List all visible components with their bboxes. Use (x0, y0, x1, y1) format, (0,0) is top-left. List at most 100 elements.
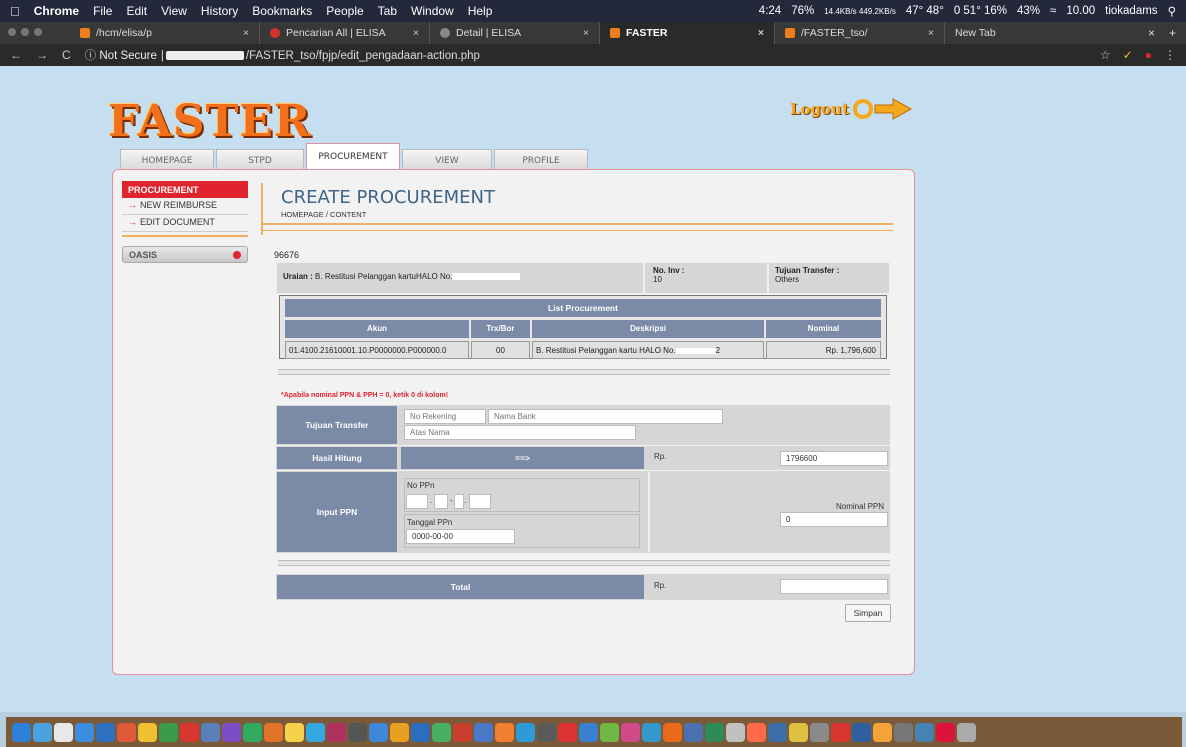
browser-tab[interactable]: Pencarian All | ELISA × (260, 22, 430, 44)
dock-app-icon[interactable] (453, 722, 472, 742)
dock-app-icon[interactable] (831, 722, 850, 742)
tanggal-ppn-input[interactable] (406, 529, 515, 544)
apple-icon[interactable]:  (10, 4, 20, 19)
logout-button[interactable]: Logout (790, 97, 913, 121)
dock-app-icon[interactable] (75, 722, 94, 742)
dock-app-icon[interactable] (327, 722, 346, 742)
dock-app-icon[interactable] (915, 722, 934, 742)
tab-view[interactable]: VIEW (402, 149, 492, 171)
dock-app-icon[interactable] (306, 722, 325, 742)
dock-app-icon[interactable] (159, 722, 178, 742)
profile-icon[interactable]: ● (1145, 48, 1152, 62)
extension-icon[interactable]: ✓ (1123, 48, 1133, 62)
dock-app-icon[interactable] (96, 722, 115, 742)
no-ppn-part1[interactable] (406, 494, 428, 509)
dock-app-icon[interactable] (495, 722, 514, 742)
menu-people[interactable]: People (326, 4, 363, 18)
dock-app-icon[interactable] (894, 722, 913, 742)
sidebar-item-new-reimburse[interactable]: → NEW REIMBURSE (122, 198, 248, 215)
dock-app-icon[interactable] (852, 722, 871, 742)
dock-app-icon[interactable] (768, 722, 787, 742)
dock-app-icon[interactable] (390, 722, 409, 742)
close-icon[interactable]: × (918, 27, 934, 39)
browser-tab[interactable]: /FASTER_tso/× (775, 22, 945, 44)
close-icon[interactable]: × (233, 27, 249, 39)
browser-tab[interactable]: Detail | ELISA × (430, 22, 600, 44)
no-rekening-input[interactable] (404, 409, 486, 424)
dock-app-icon[interactable] (600, 722, 619, 742)
menu-view[interactable]: View (161, 4, 187, 18)
dock-app-icon[interactable] (201, 722, 220, 742)
dock-app-icon[interactable] (285, 722, 304, 742)
nama-bank-input[interactable] (488, 409, 723, 424)
browser-tab[interactable]: /hcm/elisa/p × (70, 22, 260, 44)
new-tab-icon[interactable]: + (1169, 26, 1176, 40)
dock-app-icon[interactable] (537, 722, 556, 742)
no-ppn-part4[interactable] (469, 494, 491, 509)
info-icon[interactable]: ⓘ (85, 50, 97, 62)
app-menu[interactable]: Chrome (34, 4, 79, 18)
address-bar[interactable]: ⓘ Not Secure |/FASTER_tso/fpjp/edit_penga… (85, 47, 480, 63)
menu-help[interactable]: Help (468, 4, 493, 18)
sidebar-header[interactable]: PROCUREMENT (122, 181, 248, 198)
sidebar-item-edit-document[interactable]: → EDIT DOCUMENT (122, 215, 248, 232)
hasil-hitung-input[interactable] (780, 451, 888, 466)
tab-stpd[interactable]: STPD (216, 149, 304, 171)
close-icon[interactable]: × (748, 27, 764, 39)
no-ppn-part3[interactable] (454, 494, 464, 509)
wifi-icon[interactable]: ≈ (1050, 5, 1056, 17)
menu-kebab-icon[interactable]: ⋮ (1164, 48, 1176, 62)
dock-app-icon[interactable] (663, 722, 682, 742)
window-controls[interactable] (8, 28, 42, 36)
dock-app-icon[interactable] (621, 722, 640, 742)
browser-tab[interactable]: New Tab (945, 22, 1065, 44)
menu-file[interactable]: File (93, 4, 112, 18)
dock-app-icon[interactable] (180, 722, 199, 742)
dock-app-icon[interactable] (516, 722, 535, 742)
dock-app-icon[interactable] (117, 722, 136, 742)
close-icon[interactable]: × (573, 27, 589, 39)
dock-app-icon[interactable] (957, 722, 976, 742)
dock-app-icon[interactable] (747, 722, 766, 742)
dock-app-icon[interactable] (705, 722, 724, 742)
dock-app-icon[interactable] (789, 722, 808, 742)
dock-app-icon[interactable] (810, 722, 829, 742)
close-icon[interactable]: × (403, 27, 419, 39)
spotlight-icon[interactable]: ⚲ (1168, 4, 1176, 18)
dock-app-icon[interactable] (348, 722, 367, 742)
save-button[interactable]: Simpan (845, 604, 891, 622)
tab-profile[interactable]: PROFILE (494, 149, 588, 171)
close-icon[interactable]: × (1148, 26, 1155, 40)
dock-app-icon[interactable] (12, 722, 31, 742)
menu-bookmarks[interactable]: Bookmarks (252, 4, 312, 18)
dock-app-icon[interactable] (222, 722, 241, 742)
menu-window[interactable]: Window (411, 4, 454, 18)
tab-homepage[interactable]: HOMEPAGE (120, 149, 214, 171)
sidebar-oasis[interactable]: OASIS (122, 246, 248, 263)
menu-edit[interactable]: Edit (126, 4, 147, 18)
forward-icon[interactable]: → (36, 48, 48, 62)
atas-nama-input[interactable] (404, 425, 636, 440)
status-clock[interactable]: 10.00 (1066, 5, 1095, 17)
nominal-ppn-input[interactable] (780, 512, 888, 527)
reload-icon[interactable]: C (62, 48, 71, 62)
dock-app-icon[interactable] (33, 722, 52, 742)
dock-app-icon[interactable] (558, 722, 577, 742)
dock-app-icon[interactable] (369, 722, 388, 742)
dock-app-icon[interactable] (936, 722, 955, 742)
browser-tab-active[interactable]: FASTER × (600, 22, 775, 44)
menu-tab[interactable]: Tab (378, 4, 397, 18)
back-icon[interactable]: ← (10, 48, 22, 62)
star-icon[interactable]: ☆ (1100, 48, 1111, 62)
no-ppn-part2[interactable] (434, 494, 448, 509)
dock-app-icon[interactable] (579, 722, 598, 742)
dock-app-icon[interactable] (726, 722, 745, 742)
dock-app-icon[interactable] (411, 722, 430, 742)
dock-app-icon[interactable] (642, 722, 661, 742)
dock-app-icon[interactable] (873, 722, 892, 742)
dock-app-icon[interactable] (138, 722, 157, 742)
total-input[interactable] (780, 579, 888, 594)
dock-app-icon[interactable] (684, 722, 703, 742)
dock-app-icon[interactable] (54, 722, 73, 742)
tab-procurement[interactable]: PROCUREMENT (306, 143, 400, 169)
